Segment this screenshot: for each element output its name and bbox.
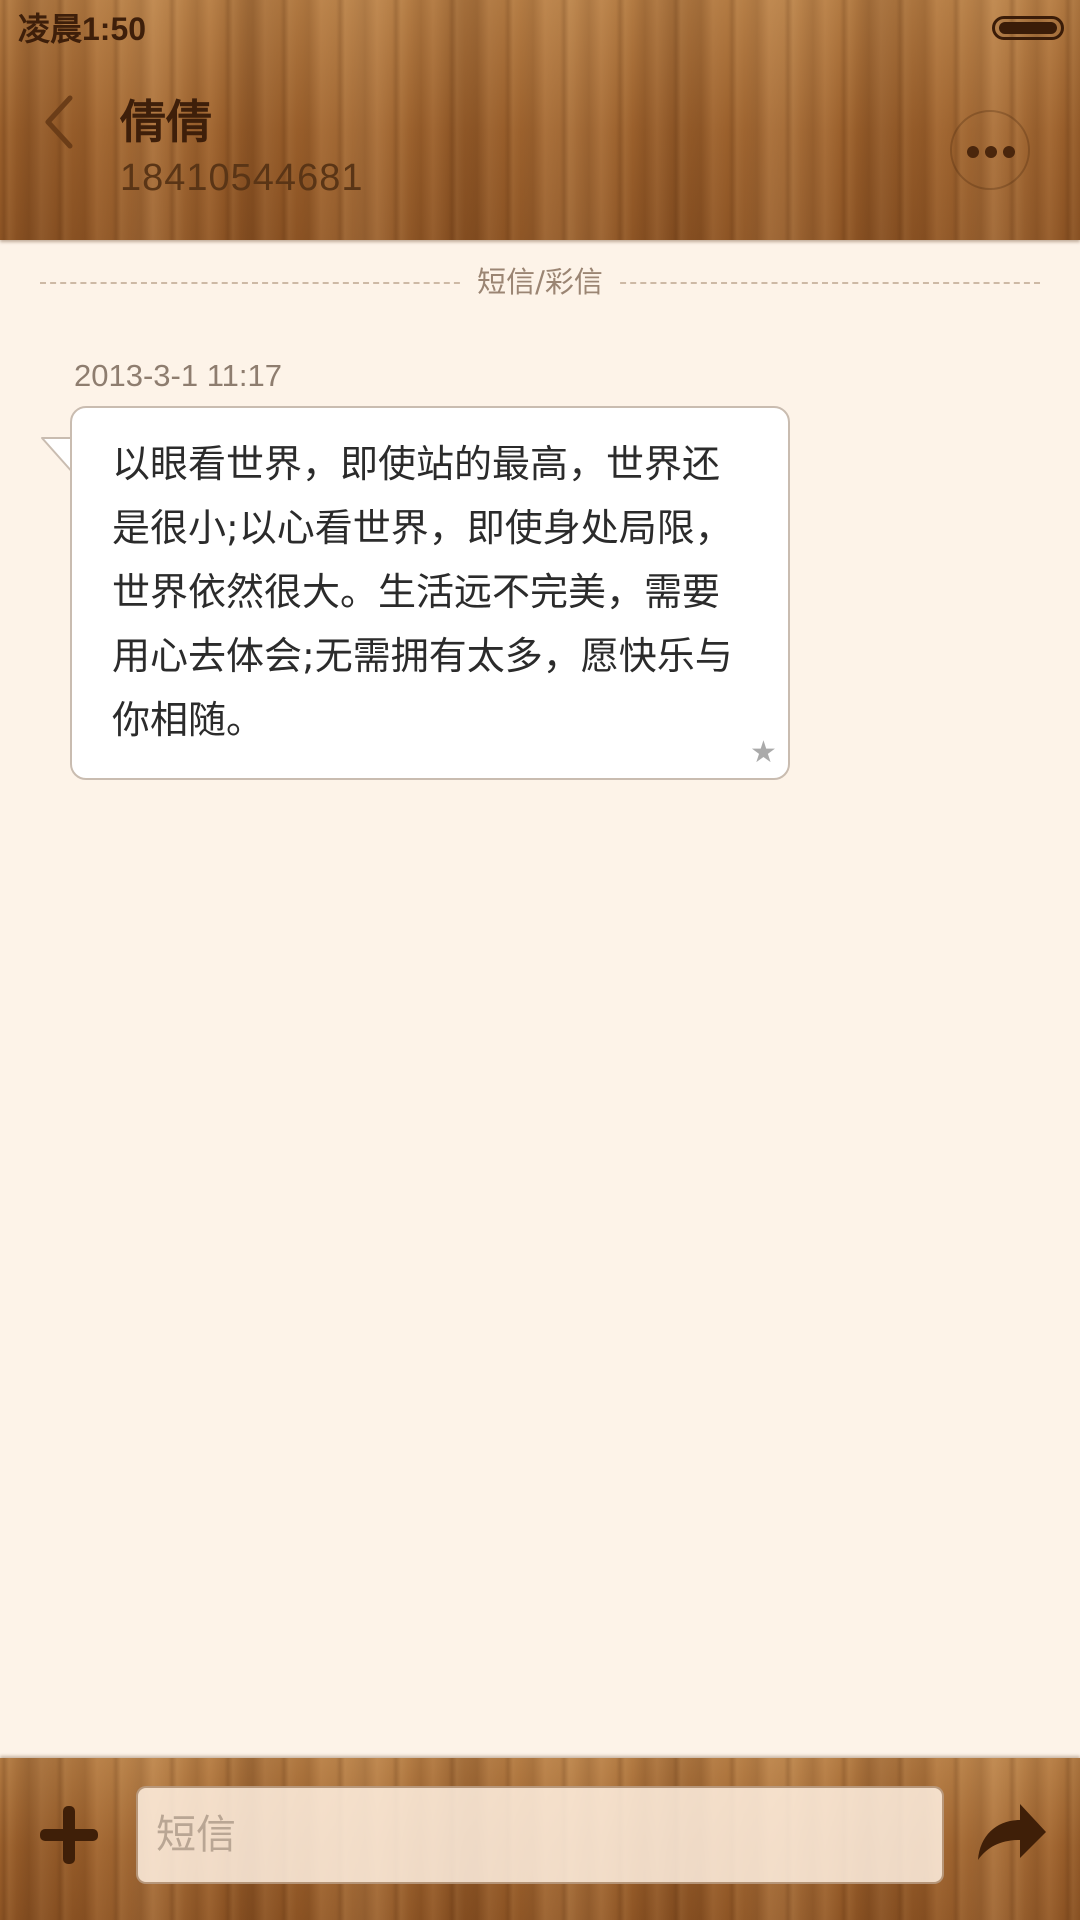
send-button[interactable] bbox=[974, 1798, 1050, 1868]
plus-icon bbox=[40, 1806, 98, 1864]
back-button[interactable] bbox=[40, 92, 90, 152]
message-timestamp: 2013-3-1 11:17 bbox=[74, 358, 282, 393]
title-bar: 凌晨1:50 倩倩 18410544681 bbox=[0, 0, 1080, 240]
more-horizontal-icon bbox=[967, 146, 1015, 158]
message-text: 以眼看世界，即使站的最高，世界还是很小;以心看世界，即使身处局限，世界依然很大。… bbox=[112, 442, 733, 742]
battery-icon bbox=[992, 16, 1064, 40]
conversation-type-label: 短信/彩信 bbox=[460, 264, 620, 300]
attach-button[interactable] bbox=[36, 1802, 102, 1868]
message-input[interactable] bbox=[136, 1786, 944, 1884]
separator-line-left bbox=[40, 282, 470, 284]
battery-level bbox=[999, 22, 1057, 34]
more-options-button[interactable] bbox=[950, 110, 1030, 190]
status-time: 凌晨1:50 bbox=[18, 11, 147, 47]
compose-bar bbox=[0, 1758, 1080, 1920]
contact-number: 18410544681 bbox=[120, 157, 364, 199]
contact-name[interactable]: 倩倩 bbox=[120, 92, 212, 152]
send-arrow-icon bbox=[978, 1804, 1046, 1860]
star-icon: ★ bbox=[750, 735, 777, 770]
message-bubble[interactable]: 以眼看世界，即使站的最高，世界还是很小;以心看世界，即使身处局限，世界依然很大。… bbox=[70, 406, 790, 780]
chevron-left-icon bbox=[45, 95, 73, 149]
separator-line-right bbox=[610, 282, 1040, 284]
